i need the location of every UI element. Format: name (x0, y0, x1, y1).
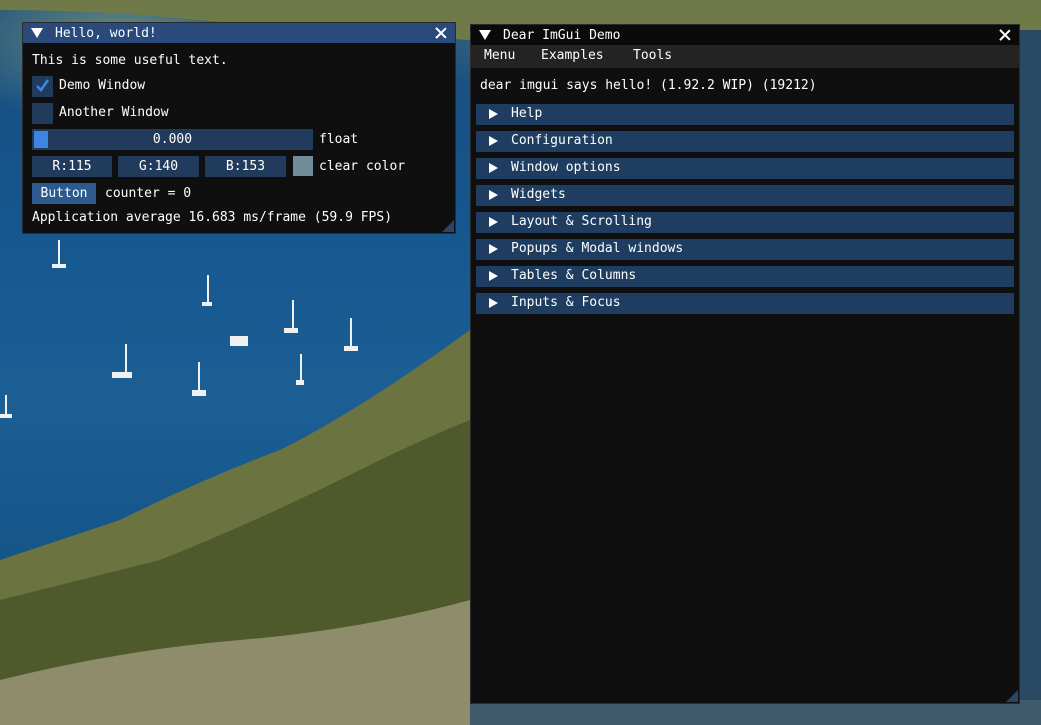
header-window-options[interactable]: Window options (476, 158, 1014, 179)
arrow-right-icon (489, 190, 498, 200)
header-label: Layout & Scrolling (511, 214, 652, 229)
demo-window-titlebar[interactable]: Dear ImGui Demo (471, 25, 1019, 45)
clear-color-r-field[interactable]: R:115 (32, 156, 112, 177)
button[interactable]: Button (32, 183, 96, 204)
arrow-right-icon (489, 136, 498, 146)
useful-text: This is some useful text. (32, 53, 228, 68)
menu-examples[interactable]: Examples (541, 48, 604, 63)
clear-color-b-field[interactable]: B:153 (205, 156, 286, 177)
collapse-triangle-icon[interactable] (479, 30, 491, 40)
arrow-right-icon (489, 298, 498, 308)
imgui-demo-window[interactable]: Dear ImGui Demo Menu Examples Tools dear… (470, 24, 1020, 704)
header-configuration[interactable]: Configuration (476, 131, 1014, 152)
arrow-right-icon (489, 109, 498, 119)
arrow-right-icon (489, 244, 498, 254)
resize-grip[interactable] (442, 220, 454, 232)
menu-tools[interactable]: Tools (633, 48, 672, 63)
clear-color-swatch[interactable] (293, 156, 313, 176)
header-label: Tables & Columns (511, 268, 637, 283)
close-icon[interactable] (999, 29, 1011, 41)
float-label: float (319, 132, 359, 147)
header-inputs-focus[interactable]: Inputs & Focus (476, 293, 1014, 314)
hello-world-window[interactable]: Hello, world! This is some useful text. … (22, 22, 456, 234)
hello-window-titlebar[interactable]: Hello, world! (23, 23, 455, 43)
float-slider-value: 0.000 (152, 132, 193, 147)
fps-text: Application average 16.683 ms/frame (59.… (32, 210, 393, 225)
header-popups-modal[interactable]: Popups & Modal windows (476, 239, 1014, 260)
hello-version-text: dear imgui says hello! (1.92.2 WIP) (192… (480, 78, 817, 93)
another-window-checkbox[interactable] (32, 103, 53, 124)
collapse-triangle-icon[interactable] (31, 28, 43, 38)
demo-window-title: Dear ImGui Demo (503, 27, 621, 43)
resize-grip[interactable] (1006, 690, 1018, 702)
header-label: Popups & Modal windows (511, 241, 684, 256)
counter-text: counter = 0 (105, 186, 192, 201)
demo-window-label: Demo Window (59, 78, 146, 93)
header-label: Widgets (511, 187, 566, 202)
clear-color-label: clear color (319, 159, 406, 174)
header-label: Help (511, 106, 543, 121)
another-window-label: Another Window (59, 105, 169, 120)
menu-bar: Menu Examples Tools (471, 45, 1019, 68)
close-icon[interactable] (435, 27, 447, 39)
header-label: Window options (511, 160, 621, 175)
header-layout-scrolling[interactable]: Layout & Scrolling (476, 212, 1014, 233)
header-label: Configuration (511, 133, 613, 148)
arrow-right-icon (489, 271, 498, 281)
header-label: Inputs & Focus (511, 295, 621, 310)
hello-window-title: Hello, world! (55, 25, 157, 41)
clear-color-g-field[interactable]: G:140 (118, 156, 199, 177)
float-slider[interactable]: 0.000 (32, 129, 313, 150)
demo-window-checkbox[interactable] (32, 76, 53, 97)
header-help[interactable]: Help (476, 104, 1014, 125)
arrow-right-icon (489, 217, 498, 227)
checkmark-icon (36, 79, 49, 92)
arrow-right-icon (489, 163, 498, 173)
header-widgets[interactable]: Widgets (476, 185, 1014, 206)
header-tables-columns[interactable]: Tables & Columns (476, 266, 1014, 287)
menu-menu[interactable]: Menu (484, 48, 515, 63)
